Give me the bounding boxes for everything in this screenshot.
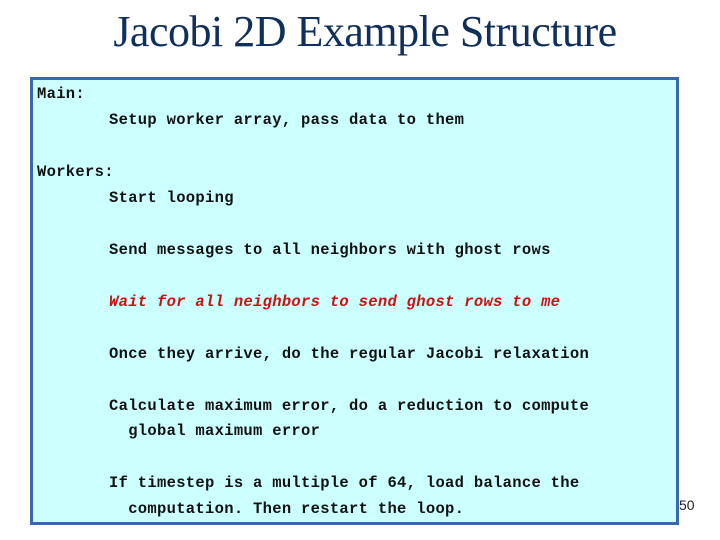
worker-step-send-messages: Send messages to all neighbors with ghos… (109, 241, 551, 259)
main-step-setup: Setup worker array, pass data to them (109, 111, 465, 129)
main-heading: Main: (37, 85, 86, 103)
worker-step-wait-highlighted: Wait for all neighbors to send ghost row… (109, 293, 561, 311)
workers-heading: Workers: (37, 163, 114, 181)
worker-step-relaxation: Once they arrive, do the regular Jacobi … (109, 345, 590, 363)
slide-title: Jacobi 2D Example Structure (113, 7, 617, 56)
pseudocode-box: Main: Setup worker array, pass data to t… (30, 77, 679, 525)
worker-step-load-balance-cont: computation. Then restart the loop. (109, 500, 465, 518)
page-number: 50 (679, 497, 695, 513)
worker-step-calc-error-cont: global maximum error (109, 422, 321, 440)
worker-step-calc-error: Calculate maximum error, do a reduction … (109, 397, 590, 415)
worker-step-load-balance: If timestep is a multiple of 64, load ba… (109, 474, 580, 492)
worker-step-start-looping: Start looping (109, 189, 234, 207)
